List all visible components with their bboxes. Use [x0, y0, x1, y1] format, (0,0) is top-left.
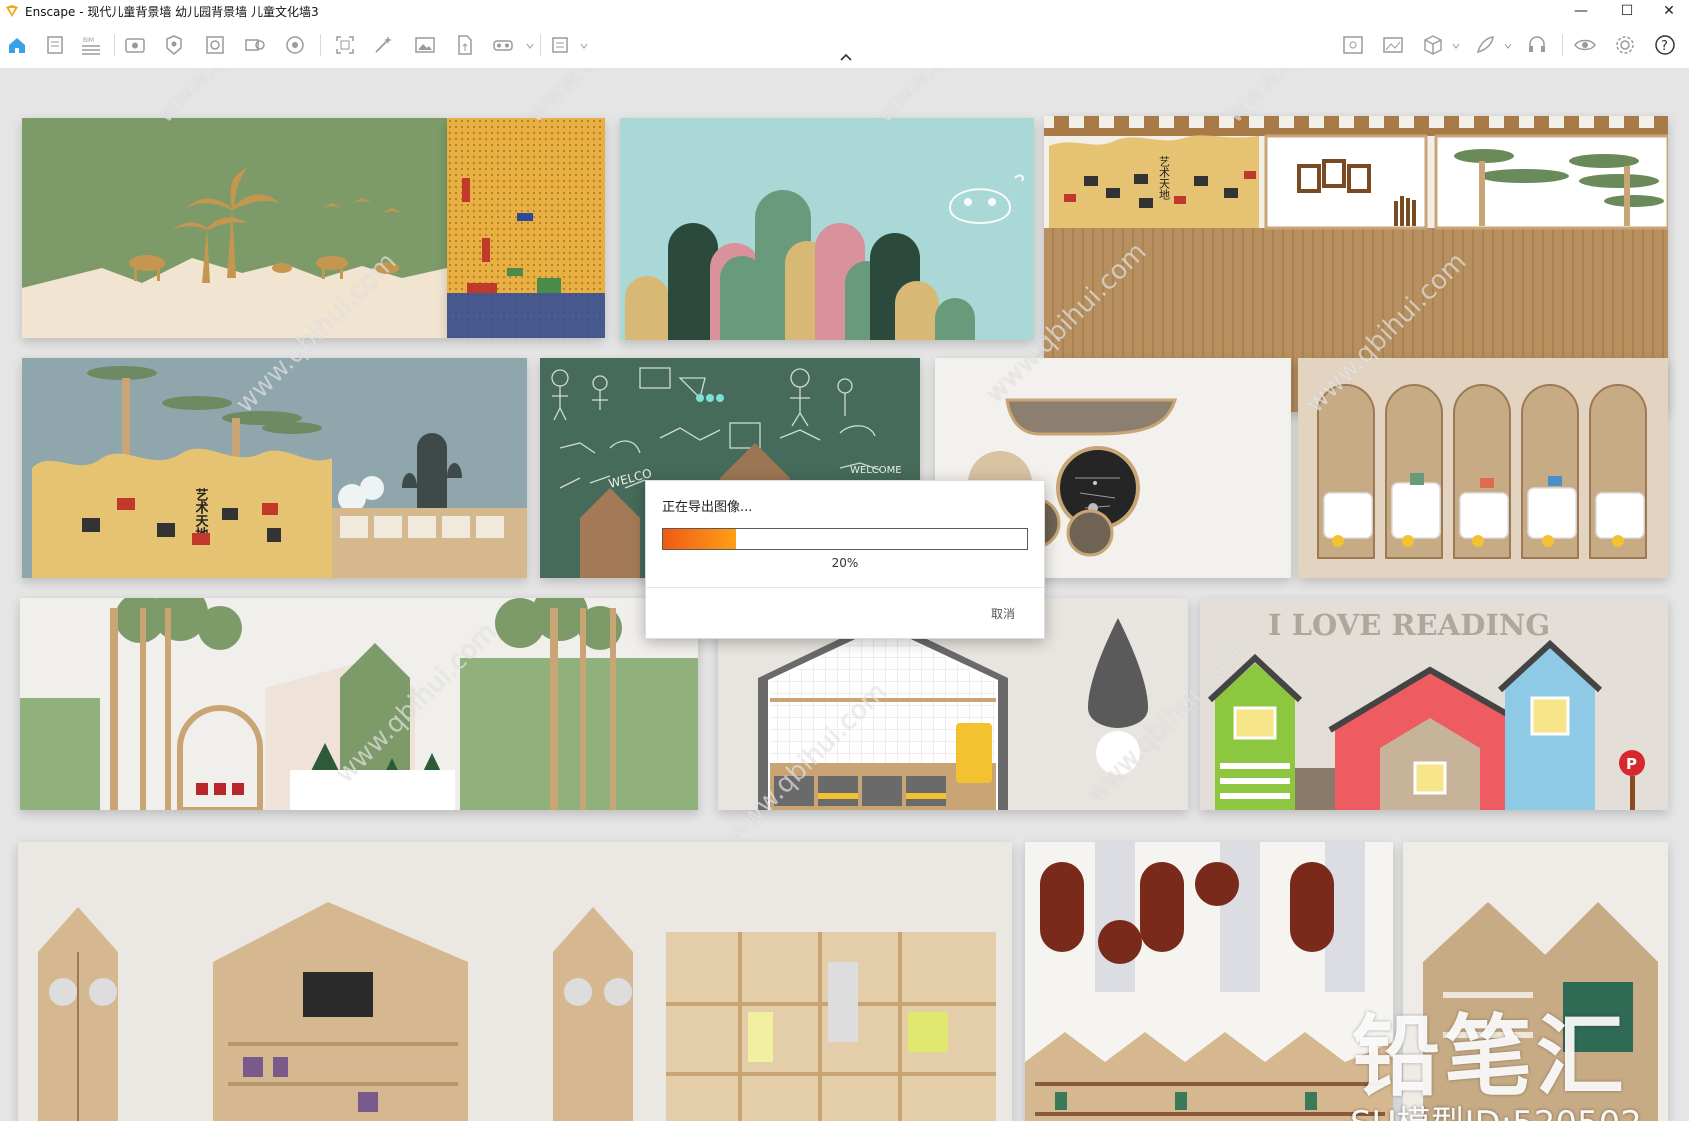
image-render-icon[interactable] — [414, 34, 436, 56]
enscape-app-icon — [6, 5, 18, 17]
progress-percent-label: 20% — [831, 556, 859, 570]
toolbar-divider — [540, 34, 541, 56]
progress-bar — [662, 528, 1028, 550]
svg-text:BIM: BIM — [83, 37, 94, 44]
magic-wand-icon[interactable] — [372, 34, 394, 56]
headset-icon[interactable] — [1526, 34, 1548, 56]
image-export-icon[interactable] — [1342, 34, 1364, 56]
progress-bar-fill — [663, 529, 736, 549]
window-title: Enscape - 现代儿童背景墙 幼儿园背景墙 儿童文化墙3 — [25, 5, 319, 19]
material-editor-icon[interactable] — [204, 34, 226, 56]
gallery-icon[interactable] — [1382, 34, 1404, 56]
svg-text:I LOVE READING: I LOVE READING — [1268, 608, 1550, 642]
asset-library-icon[interactable] — [163, 34, 185, 56]
chevron-down-icon[interactable] — [526, 42, 534, 50]
chevron-down-icon[interactable] — [580, 42, 588, 50]
export-progress-dialog: 正在导出图像... 20% 取消 — [645, 480, 1045, 639]
export-status-message: 正在导出图像... — [662, 500, 753, 515]
document-icon[interactable] — [44, 34, 66, 56]
minimize-button[interactable]: — — [1558, 0, 1604, 22]
tetris-pegboard — [447, 118, 605, 338]
toolbar-divider — [1562, 34, 1563, 56]
export-file-icon[interactable] — [454, 34, 476, 56]
vr-headset-icon[interactable] — [492, 34, 514, 56]
svg-text:WELCOME: WELCOME — [850, 465, 902, 476]
chevron-down-icon[interactable] — [1452, 42, 1460, 50]
svg-text:艺术天地: 艺术天地 — [1158, 156, 1171, 200]
toolbar-divider — [114, 34, 115, 56]
bim-info-icon[interactable] — [550, 34, 572, 56]
chevron-up-icon[interactable] — [838, 52, 854, 62]
panorama-icon[interactable] — [284, 34, 306, 56]
close-button[interactable]: ✕ — [1646, 0, 1689, 22]
cube-export-icon[interactable] — [1422, 34, 1444, 56]
capture-icon[interactable] — [334, 34, 356, 56]
hills-arch-wall — [620, 118, 1034, 340]
visibility-icon[interactable] — [1574, 34, 1596, 56]
view-icon[interactable] — [124, 34, 146, 56]
batch-render-icon[interactable] — [244, 34, 266, 56]
palm-savanna-wall — [22, 118, 447, 338]
feather-icon[interactable] — [1474, 34, 1496, 56]
brand-watermark: 铅笔汇 — [1352, 1005, 1629, 1108]
wooden-house-cabinets — [18, 842, 1012, 1121]
bim-list-icon[interactable]: BIM — [80, 34, 102, 56]
dialog-divider — [646, 587, 1044, 588]
home-icon[interactable] — [6, 34, 28, 56]
maximize-button[interactable]: ☐ — [1604, 0, 1650, 22]
model-id-watermark: SU模型ID:520502 — [1350, 1096, 1642, 1121]
train-arches-wall — [1298, 358, 1668, 578]
settings-icon[interactable] — [1614, 34, 1636, 56]
svg-text:?: ? — [1661, 39, 1668, 54]
reading-houses-wall: I LOVE READING P — [1200, 598, 1668, 810]
chevron-down-icon[interactable] — [1504, 42, 1512, 50]
toolbar-divider — [320, 34, 321, 56]
help-icon[interactable]: ? — [1654, 34, 1676, 56]
title-bar: Enscape - 现代儿童背景墙 幼儿园背景墙 儿童文化墙3 — ☐ ✕ — [0, 0, 1689, 22]
cancel-button[interactable]: 取消 — [978, 601, 1028, 625]
svg-text:P: P — [1626, 755, 1637, 773]
oval-window-shelves — [1025, 842, 1393, 1121]
